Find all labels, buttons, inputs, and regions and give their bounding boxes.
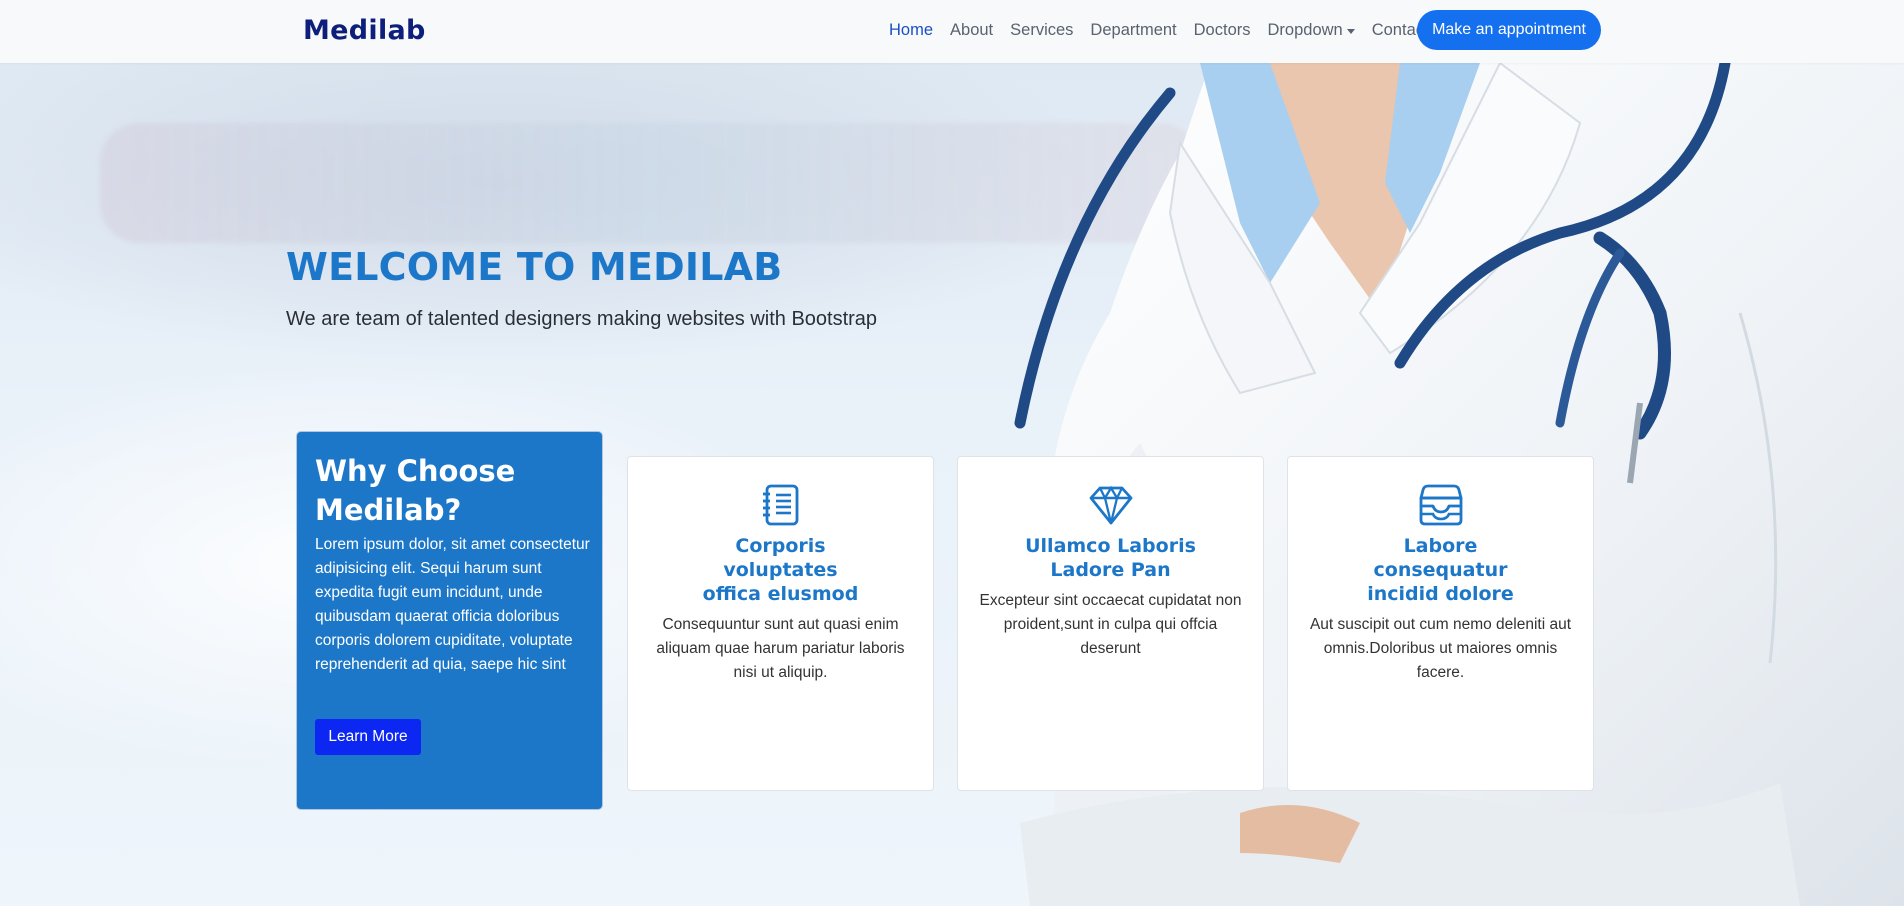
notebook-icon	[762, 484, 798, 526]
card-text: Aut suscipit out cum nemo deleniti aut o…	[1309, 616, 1572, 681]
hero-title: WELCOME TO MEDILAB	[286, 245, 783, 289]
main-nav: Home About Services Department Doctors D…	[889, 0, 1446, 60]
diamond-icon	[1089, 485, 1132, 525]
card-text: Excepteur sint occaecat cupidatat non pr…	[979, 592, 1242, 657]
card-title: Corporis voluptates offica elusmod	[702, 535, 859, 605]
nav-about[interactable]: About	[950, 21, 993, 40]
why-choose-box: Why Choose Medilab? Lorem ipsum dolor, s…	[297, 432, 602, 809]
site-logo[interactable]: Medilab	[303, 15, 426, 46]
card-title: Ullamco Laboris Ladore Pan	[1025, 535, 1196, 581]
why-title: Why Choose Medilab?	[315, 454, 516, 527]
hero-subtitle: We are team of talented designers making…	[286, 308, 878, 330]
nav-department[interactable]: Department	[1090, 21, 1176, 40]
feature-card: Corporis voluptates offica elusmod Conse…	[627, 456, 934, 791]
card-title: Labore consequatur incidid dolore	[1367, 535, 1514, 605]
feature-card: Ullamco Laboris Ladore Pan Excepteur sin…	[957, 456, 1264, 791]
inbox-icon	[1419, 484, 1462, 526]
caret-down-icon	[1346, 28, 1355, 34]
nav-services[interactable]: Services	[1010, 21, 1073, 40]
feature-card: Labore consequatur incidid dolore Aut su…	[1287, 456, 1594, 791]
site-header: Medilab Home About Services Department D…	[0, 0, 1904, 63]
card-text: Consequuntur sunt aut quasi enim aliquam…	[656, 616, 905, 681]
nav-doctors[interactable]: Doctors	[1194, 21, 1251, 40]
nav-home[interactable]: Home	[889, 21, 933, 40]
make-appointment-button[interactable]: Make an appointment	[1417, 10, 1601, 50]
nav-dropdown[interactable]: Dropdown	[1268, 21, 1355, 40]
hero-section: WELCOME TO MEDILAB We are team of talent…	[0, 63, 1904, 906]
why-text: Lorem ipsum dolor, sit amet consectetur …	[315, 536, 590, 673]
nav-dropdown-label: Dropdown	[1267, 20, 1343, 39]
learn-more-button[interactable]: Learn More	[315, 719, 421, 755]
